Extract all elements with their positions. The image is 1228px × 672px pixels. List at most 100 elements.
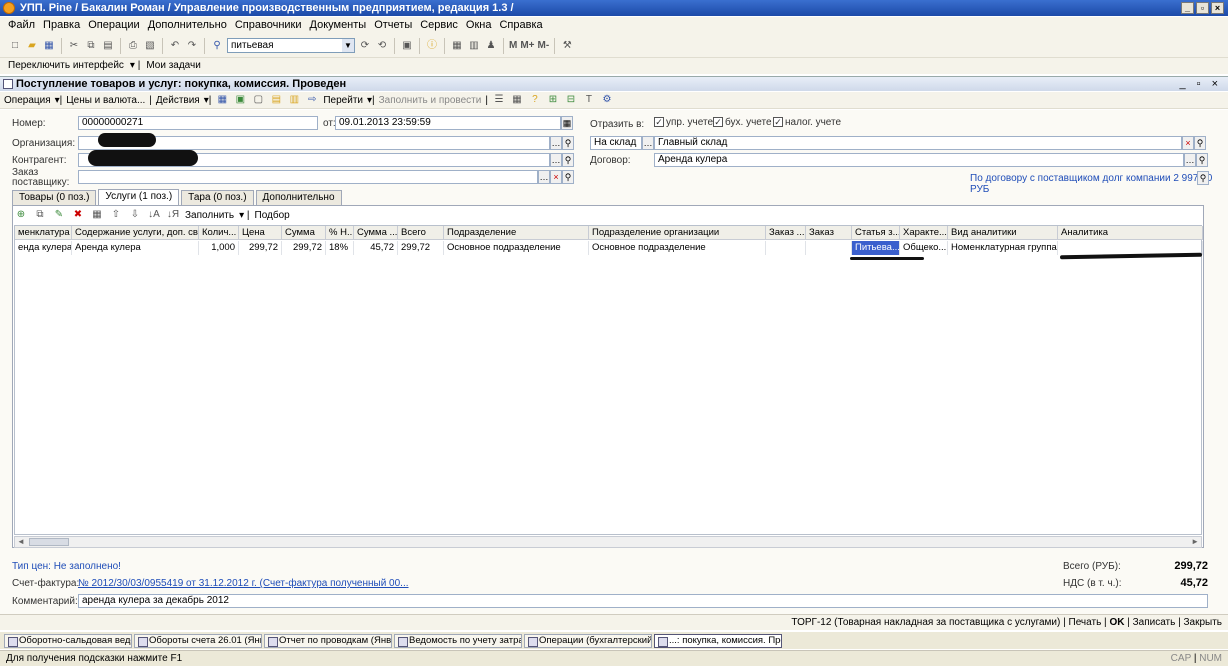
cell-price[interactable]: 299,72 [239,241,282,255]
close-button[interactable]: Закрыть [1183,617,1222,628]
menu-additional[interactable]: Дополнительно [148,17,227,34]
cell-vat-rate[interactable]: 18% [326,241,354,255]
cell-nomenclature[interactable]: енда кулера [15,241,72,255]
sort-desc-icon[interactable]: ↓Я [166,208,180,222]
cell-amount[interactable]: 299,72 [282,241,326,255]
column-header[interactable]: Заказ [806,226,852,240]
undo-icon[interactable]: ↶ [168,39,182,53]
save-button[interactable]: Записать [1133,617,1176,628]
fill-menu[interactable]: Заполнить [185,210,234,221]
columns-icon[interactable]: ▦ [510,93,524,107]
operation-menu[interactable]: Операция [4,92,51,109]
checkbox-checked-icon[interactable]: ✓ [713,117,723,128]
switch-interface-button[interactable]: Переключить интерфейс [8,58,124,74]
tools-icon[interactable]: ⚒ [560,39,574,53]
invoice-link[interactable]: № 2012/30/03/0955419 от 31.12.2012 г. (С… [78,578,409,589]
restore-button[interactable]: ▫ [1196,2,1209,14]
open-button[interactable]: ⚲ [1196,153,1208,167]
table-icon[interactable]: ▥ [467,39,481,53]
cell-service-content[interactable]: Аренда кулера [72,241,199,255]
new-document-icon[interactable]: □ [8,39,22,53]
open-button[interactable]: ⚲ [562,170,574,184]
copy-icon[interactable]: ⧉ [84,39,98,53]
reflect-accounting[interactable]: ✓ бух. учете [713,117,772,128]
cell-cost-item[interactable]: Питьева... [852,241,900,255]
price-type-link[interactable]: Тип цен: Не заполнено! [12,561,121,572]
dt-kt-report-icon[interactable]: ⊟ [564,93,578,107]
paste-icon[interactable]: ▤ [101,39,115,53]
column-header[interactable]: Колич... [199,226,239,240]
column-header[interactable]: менклатура [15,226,72,240]
memory-m-button[interactable]: M [509,39,517,53]
redo-icon[interactable]: ↷ [185,39,199,53]
cell-quantity[interactable]: 1,000 [199,241,239,255]
menu-operations[interactable]: Операции [88,17,139,34]
reflect-management[interactable]: ✓ упр. учете [654,117,713,128]
open-button[interactable]: ⚲ [562,136,574,150]
taskbar-item-active[interactable]: ...: покупка, комиссия. Про... [654,633,782,648]
menu-windows[interactable]: Окна [466,17,492,34]
column-header[interactable]: Содержание услуги, доп. све... [72,226,199,240]
column-header[interactable]: Заказ ... [766,226,806,240]
links-icon[interactable]: ⚙ [600,93,614,107]
scroll-left-icon[interactable]: ◄ [17,537,25,546]
users-icon[interactable]: ♟ [484,39,498,53]
structure-icon[interactable]: ▥ [287,93,301,107]
my-tasks-button[interactable]: Мои задачи [146,58,201,74]
horizontal-scrollbar[interactable]: ◄ ► [14,536,1202,548]
end-edit-icon[interactable]: ▦ [90,208,104,222]
cut-icon[interactable]: ✂ [67,39,81,53]
move-down-icon[interactable]: ⇩ [128,208,142,222]
post-icon[interactable]: ▣ [233,93,247,107]
column-header[interactable]: Статья з... [852,226,900,240]
column-header[interactable]: Аналитика [1058,226,1203,240]
column-header[interactable]: Подразделение организации [589,226,766,240]
date-field[interactable]: 09.01.2013 23:59:59 [335,116,561,130]
cell-vat-amount[interactable]: 45,72 [354,241,398,255]
text-icon[interactable]: T [582,93,596,107]
debt-refresh-button[interactable]: ⚲ [1197,171,1209,185]
select-button[interactable]: … [1184,153,1196,167]
print-icon[interactable]: ⎙ [126,39,140,53]
tab-services[interactable]: Услуги (1 поз.) [98,189,180,205]
menu-file[interactable]: Файл [8,17,35,34]
column-header[interactable]: Вид аналитики [948,226,1058,240]
copy-doc-icon[interactable]: ▤ [269,93,283,107]
info-icon[interactable]: ⓘ [425,39,439,53]
tab-additional[interactable]: Дополнительно [255,190,342,205]
checkbox-checked-icon[interactable]: ✓ [654,117,664,128]
menu-edit[interactable]: Правка [43,17,80,34]
menu-service[interactable]: Сервис [420,17,458,34]
taskbar-item[interactable]: Операции (бухгалтерский и... [524,633,652,648]
warehouse-field[interactable]: Главный склад [654,136,1182,150]
column-header[interactable]: Подразделение [444,226,589,240]
taskbar-item[interactable]: Обороты счета 26.01 (Янва... [134,633,262,648]
checkbox-checked-icon[interactable]: ✓ [773,117,783,128]
save-icon[interactable]: ▦ [42,39,56,53]
column-header[interactable]: Сумма [282,226,326,240]
open-button[interactable]: ⚲ [562,153,574,167]
memory-m-plus-button[interactable]: M+ [520,39,534,53]
clear-button[interactable]: × [1182,136,1194,150]
close-button[interactable]: × [1211,2,1224,14]
scroll-right-icon[interactable]: ► [1191,537,1199,546]
menu-help[interactable]: Справка [499,17,542,34]
add-row-icon[interactable]: ⊕ [14,208,28,222]
menu-documents[interactable]: Документы [310,17,367,34]
edit-row-icon[interactable]: ✎ [52,208,66,222]
select-button[interactable]: … [538,170,550,184]
select-button[interactable]: … [642,136,654,150]
menu-catalogs[interactable]: Справочники [235,17,302,34]
calculator-icon[interactable]: ▣ [400,39,414,53]
preview-icon[interactable]: ▧ [143,39,157,53]
prices-currency-button[interactable]: Цены и валюта... [66,92,145,109]
open-button[interactable]: ⚲ [1194,136,1206,150]
cell-order2[interactable] [806,241,852,255]
minimize-button[interactable]: _ [1181,2,1194,14]
save-doc-icon[interactable]: ▦ [215,93,229,107]
print-button[interactable]: Печать [1069,617,1102,628]
select-button[interactable]: … [550,153,562,167]
column-header[interactable]: Всего [398,226,444,240]
list-icon[interactable]: ☰ [492,93,506,107]
cell-department[interactable]: Основное подразделение [444,241,589,255]
